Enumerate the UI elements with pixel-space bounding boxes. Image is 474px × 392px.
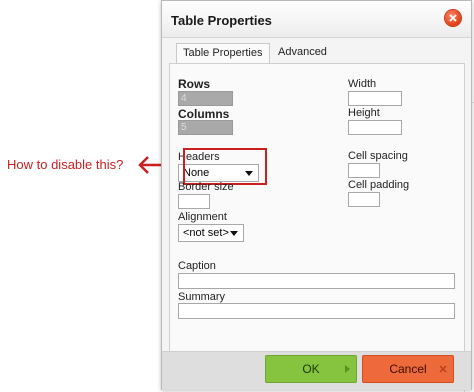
annotation-text: How to disable this? <box>7 157 124 172</box>
cell-spacing-label: Cell spacing <box>348 150 408 162</box>
rows-input: 4 <box>178 91 233 106</box>
dialog-titlebar[interactable]: Table Properties <box>162 1 471 38</box>
rows-label: Rows <box>178 77 211 91</box>
summary-input[interactable] <box>178 303 455 319</box>
dialog-footer: OK Cancel <box>162 351 471 390</box>
chevron-down-icon <box>230 231 238 236</box>
border-size-label: Border size <box>178 181 234 193</box>
ok-button[interactable]: OK <box>265 355 357 383</box>
height-label: Height <box>348 107 380 119</box>
cell-padding-input[interactable] <box>348 192 380 207</box>
cell-padding-label: Cell padding <box>348 179 410 191</box>
tab-advanced[interactable]: Advanced <box>272 43 333 62</box>
alignment-select[interactable]: <not set> <box>178 224 244 242</box>
arrow-left-icon <box>138 156 161 174</box>
alignment-label: Alignment <box>178 211 227 223</box>
summary-label: Summary <box>178 291 226 303</box>
columns-label: Columns <box>178 107 230 121</box>
ok-button-label: OK <box>302 362 320 376</box>
alignment-select-value: <not set> <box>183 227 229 239</box>
height-input[interactable] <box>348 120 402 135</box>
tab-panel: Rows 4 Columns 5 Headers None Border siz… <box>169 63 465 352</box>
width-input[interactable] <box>348 91 402 106</box>
close-icon <box>449 14 457 22</box>
table-properties-dialog: Table Properties Table Properties Advanc… <box>161 0 472 390</box>
close-icon[interactable] <box>445 10 461 26</box>
caption-label: Caption <box>178 260 216 272</box>
dialog-title: Table Properties <box>171 13 272 28</box>
cancel-button-label: Cancel <box>389 362 427 376</box>
columns-input: 5 <box>178 120 233 135</box>
width-label: Width <box>348 78 377 90</box>
close-small-icon <box>439 365 447 373</box>
caption-input[interactable] <box>178 273 455 289</box>
tab-table-properties[interactable]: Table Properties <box>176 43 270 63</box>
cancel-button[interactable]: Cancel <box>362 355 454 383</box>
cell-spacing-input[interactable] <box>348 163 380 178</box>
chevron-right-icon <box>345 365 350 373</box>
headers-highlight-box <box>183 148 267 185</box>
border-size-input[interactable] <box>178 194 210 209</box>
